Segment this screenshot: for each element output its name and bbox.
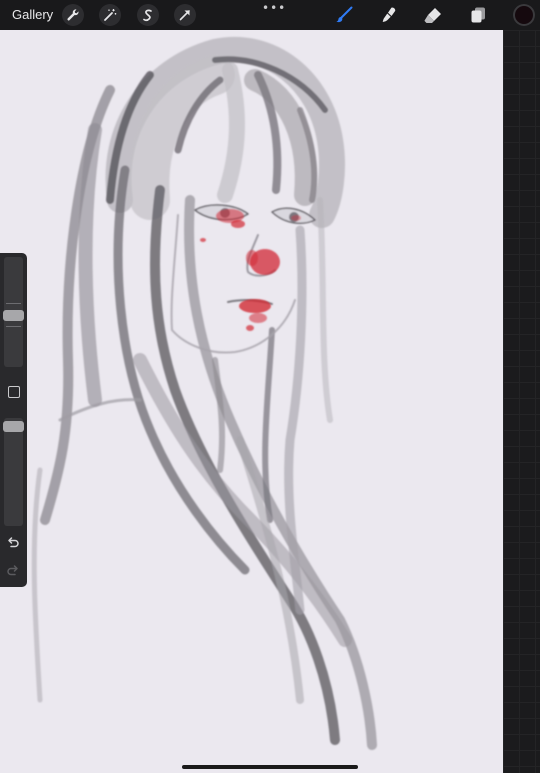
redo-icon (7, 565, 18, 576)
color-picker-button[interactable] (513, 4, 535, 26)
selection-icon (143, 9, 152, 22)
layers-button[interactable] (467, 4, 489, 26)
modify-button[interactable] (8, 386, 20, 398)
transform-arrow-icon (179, 10, 190, 21)
undo-icon (8, 537, 19, 548)
sketch-artwork (31, 36, 377, 750)
layers-icon (471, 7, 485, 23)
smudge-button[interactable] (378, 4, 400, 26)
opacity-slider[interactable] (3, 418, 24, 526)
eraser-icon (424, 8, 441, 23)
drawing-canvas[interactable] (0, 30, 503, 773)
brush-button[interactable] (333, 4, 355, 26)
selection-button[interactable] (137, 4, 159, 26)
eraser-button[interactable] (422, 4, 444, 26)
transform-button[interactable] (174, 4, 196, 26)
smudge-icon (382, 7, 396, 22)
actions-wrench-button[interactable] (62, 4, 84, 26)
left-sidebar (0, 253, 27, 587)
slider-tick (6, 326, 21, 327)
redo-button[interactable] (6, 564, 20, 583)
adjustments-button[interactable] (99, 4, 121, 26)
slider-tick (6, 303, 21, 304)
gallery-button[interactable]: Gallery (12, 7, 53, 22)
home-indicator (182, 765, 358, 769)
brush-size-slider[interactable] (3, 257, 24, 367)
more-options-button[interactable]: ••• (262, 1, 286, 15)
brush-icon (336, 6, 353, 23)
wrench-icon (67, 9, 79, 21)
undo-button[interactable] (6, 536, 20, 555)
top-toolbar: Gallery ••• (0, 0, 540, 30)
magic-wand-icon (104, 9, 117, 21)
workspace-background (503, 30, 540, 773)
brush-size-thumb[interactable] (3, 310, 24, 321)
opacity-thumb[interactable] (3, 421, 24, 432)
